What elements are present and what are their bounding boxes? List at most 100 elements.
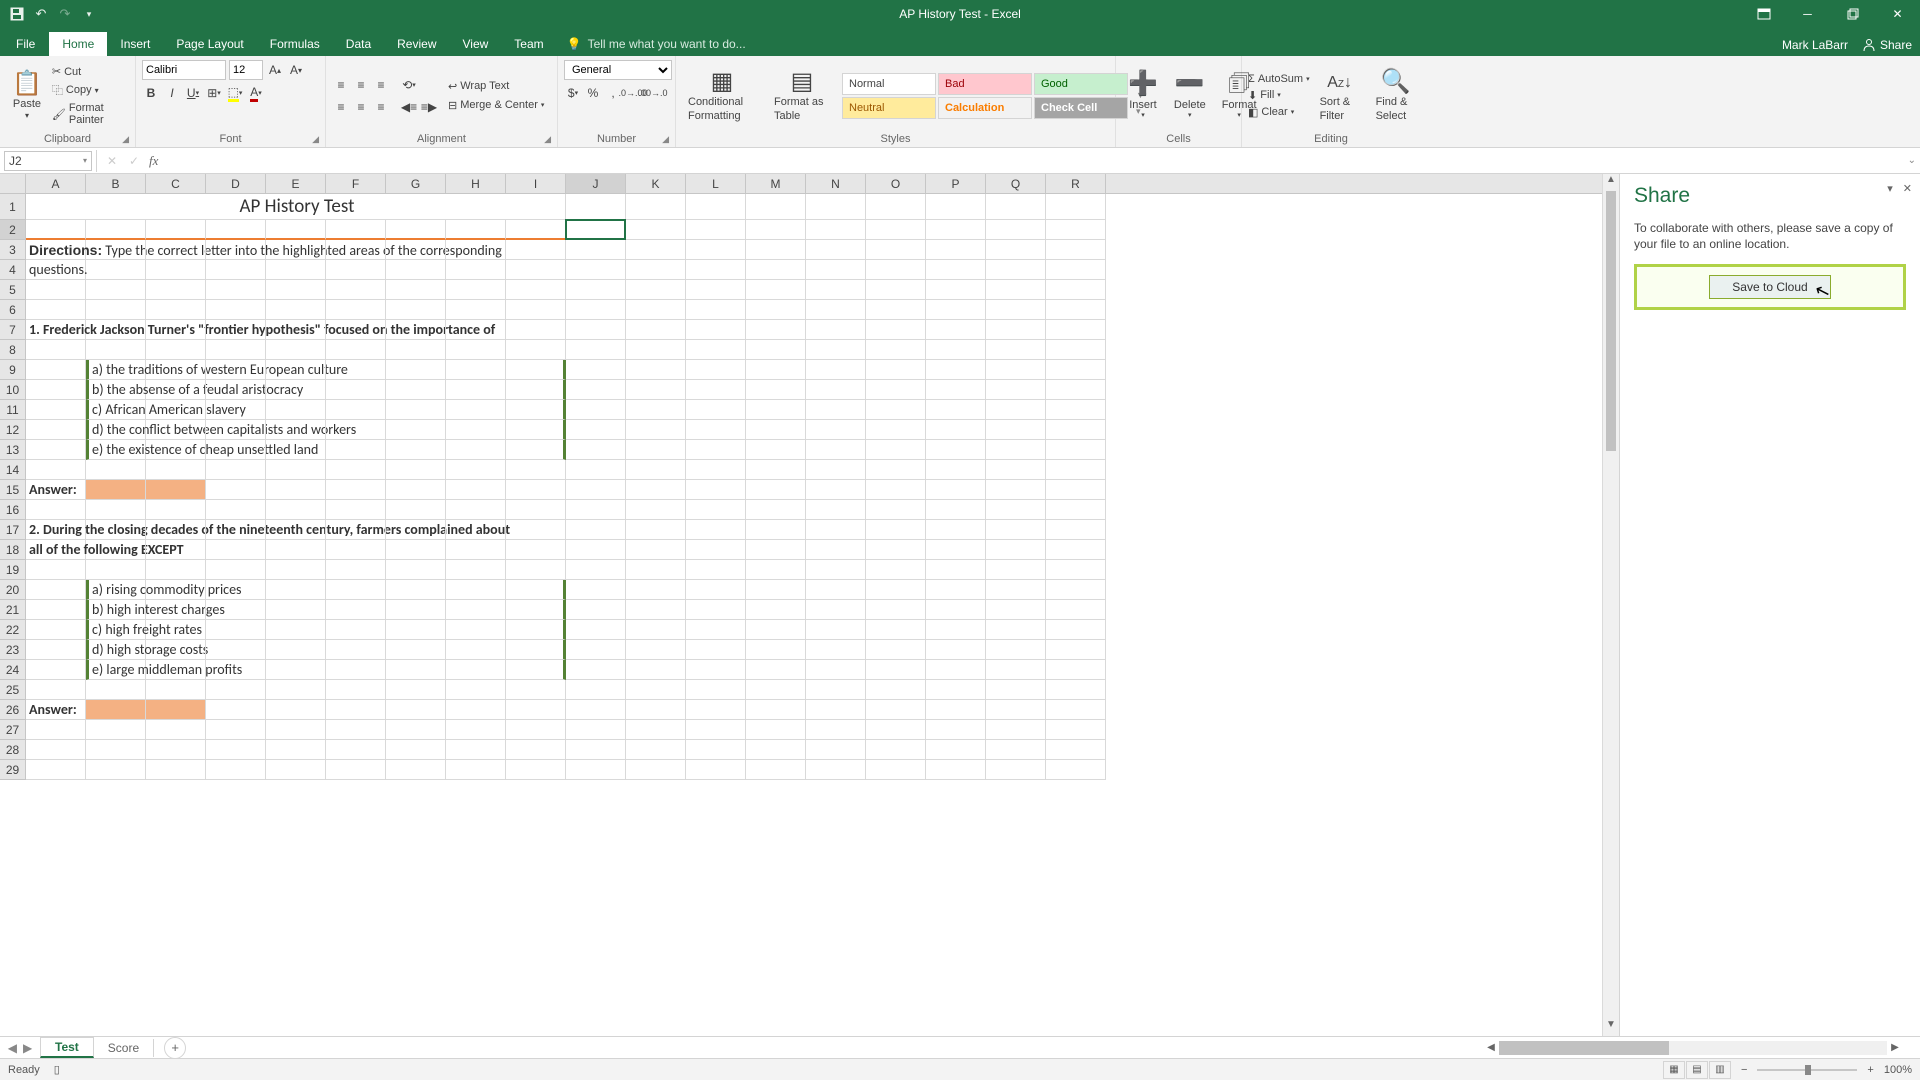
- cell-R10[interactable]: [1046, 380, 1106, 400]
- cell-L22[interactable]: [686, 620, 746, 640]
- cell-C8[interactable]: [146, 340, 206, 360]
- cell-H20[interactable]: [446, 580, 506, 600]
- cell-K3[interactable]: [626, 240, 686, 260]
- cell-I19[interactable]: [506, 560, 566, 580]
- cell-M28[interactable]: [746, 740, 806, 760]
- cell-N3[interactable]: [806, 240, 866, 260]
- cell-M3[interactable]: [746, 240, 806, 260]
- cell-C7[interactable]: [146, 320, 206, 340]
- cell-R4[interactable]: [1046, 260, 1106, 280]
- cell-M5[interactable]: [746, 280, 806, 300]
- insert-cells-button[interactable]: ➕Insert▾: [1122, 69, 1164, 123]
- cell-C20[interactable]: [146, 580, 206, 600]
- cell-K28[interactable]: [626, 740, 686, 760]
- cell-H5[interactable]: [446, 280, 506, 300]
- cell-O12[interactable]: [866, 420, 926, 440]
- cell-F16[interactable]: [326, 500, 386, 520]
- cell-J23[interactable]: [566, 640, 626, 660]
- cell-E3[interactable]: [266, 240, 326, 260]
- cell-D10[interactable]: [206, 380, 266, 400]
- cell-N5[interactable]: [806, 280, 866, 300]
- cell-R8[interactable]: [1046, 340, 1106, 360]
- cell-E2[interactable]: [266, 220, 326, 240]
- cell-P23[interactable]: [926, 640, 986, 660]
- cell-H6[interactable]: [446, 300, 506, 320]
- cell-Q12[interactable]: [986, 420, 1046, 440]
- cell-H14[interactable]: [446, 460, 506, 480]
- cell-Q15[interactable]: [986, 480, 1046, 500]
- cell-K29[interactable]: [626, 760, 686, 780]
- cell-Q14[interactable]: [986, 460, 1046, 480]
- cell-C23[interactable]: [146, 640, 206, 660]
- cell-I12[interactable]: [506, 420, 566, 440]
- cell-J25[interactable]: [566, 680, 626, 700]
- cell-I4[interactable]: [506, 260, 566, 280]
- cell-K8[interactable]: [626, 340, 686, 360]
- name-box[interactable]: J2▾: [4, 151, 92, 171]
- cell-K4[interactable]: [626, 260, 686, 280]
- conditional-formatting-button[interactable]: ▦Conditional Formatting: [682, 66, 762, 124]
- cell-C26[interactable]: [146, 700, 206, 720]
- cell-O13[interactable]: [866, 440, 926, 460]
- cell-P3[interactable]: [926, 240, 986, 260]
- cell-D15[interactable]: [206, 480, 266, 500]
- cell-H2[interactable]: [446, 220, 506, 240]
- cell-E12[interactable]: [266, 420, 326, 440]
- cell-G23[interactable]: [386, 640, 446, 660]
- cell-N20[interactable]: [806, 580, 866, 600]
- cell-H29[interactable]: [446, 760, 506, 780]
- cell-H8[interactable]: [446, 340, 506, 360]
- cell-J11[interactable]: [566, 400, 626, 420]
- cell-R27[interactable]: [1046, 720, 1106, 740]
- cell-P8[interactable]: [926, 340, 986, 360]
- cell-B22[interactable]: c) high freight rates: [86, 620, 146, 640]
- cell-A25[interactable]: [26, 680, 86, 700]
- cell-M1[interactable]: [746, 194, 806, 220]
- cell-A21[interactable]: [26, 600, 86, 620]
- cell-E9[interactable]: [266, 360, 326, 380]
- cell-A7[interactable]: 1. Frederick Jackson Turner's "frontier …: [26, 320, 86, 340]
- cell-P4[interactable]: [926, 260, 986, 280]
- cell-I23[interactable]: [506, 640, 566, 660]
- cell-O6[interactable]: [866, 300, 926, 320]
- cell-C19[interactable]: [146, 560, 206, 580]
- cell-J20[interactable]: [566, 580, 626, 600]
- cell-J8[interactable]: [566, 340, 626, 360]
- cell-K19[interactable]: [626, 560, 686, 580]
- cell-G25[interactable]: [386, 680, 446, 700]
- cell-N11[interactable]: [806, 400, 866, 420]
- wrap-text-button[interactable]: ↩Wrap Text: [448, 80, 544, 93]
- cell-B7[interactable]: [86, 320, 146, 340]
- scroll-left-icon[interactable]: ◀: [1483, 1042, 1499, 1053]
- cell-I13[interactable]: [506, 440, 566, 460]
- cell-N15[interactable]: [806, 480, 866, 500]
- cell-P21[interactable]: [926, 600, 986, 620]
- row-header-17[interactable]: 17: [0, 520, 26, 540]
- cell-K23[interactable]: [626, 640, 686, 660]
- cell-K27[interactable]: [626, 720, 686, 740]
- col-header-E[interactable]: E: [266, 174, 326, 193]
- sheet-tab-test[interactable]: Test: [40, 1037, 94, 1058]
- cell-G3[interactable]: [386, 240, 446, 260]
- cell-R9[interactable]: [1046, 360, 1106, 380]
- col-header-Q[interactable]: Q: [986, 174, 1046, 193]
- cell-K6[interactable]: [626, 300, 686, 320]
- cell-N26[interactable]: [806, 700, 866, 720]
- cell-L26[interactable]: [686, 700, 746, 720]
- cell-D2[interactable]: [206, 220, 266, 240]
- cell-G28[interactable]: [386, 740, 446, 760]
- cell-F22[interactable]: [326, 620, 386, 640]
- row-header-7[interactable]: 7: [0, 320, 26, 340]
- cell-F24[interactable]: [326, 660, 386, 680]
- cell-O16[interactable]: [866, 500, 926, 520]
- cell-B13[interactable]: e) the existence of cheap unsettled land: [86, 440, 146, 460]
- sheet-nav[interactable]: ◀▶: [0, 1041, 40, 1055]
- cell-J29[interactable]: [566, 760, 626, 780]
- col-header-G[interactable]: G: [386, 174, 446, 193]
- cell-L23[interactable]: [686, 640, 746, 660]
- cell-N6[interactable]: [806, 300, 866, 320]
- share-button[interactable]: Share: [1862, 38, 1912, 52]
- cell-H21[interactable]: [446, 600, 506, 620]
- cell-D17[interactable]: [206, 520, 266, 540]
- cell-R7[interactable]: [1046, 320, 1106, 340]
